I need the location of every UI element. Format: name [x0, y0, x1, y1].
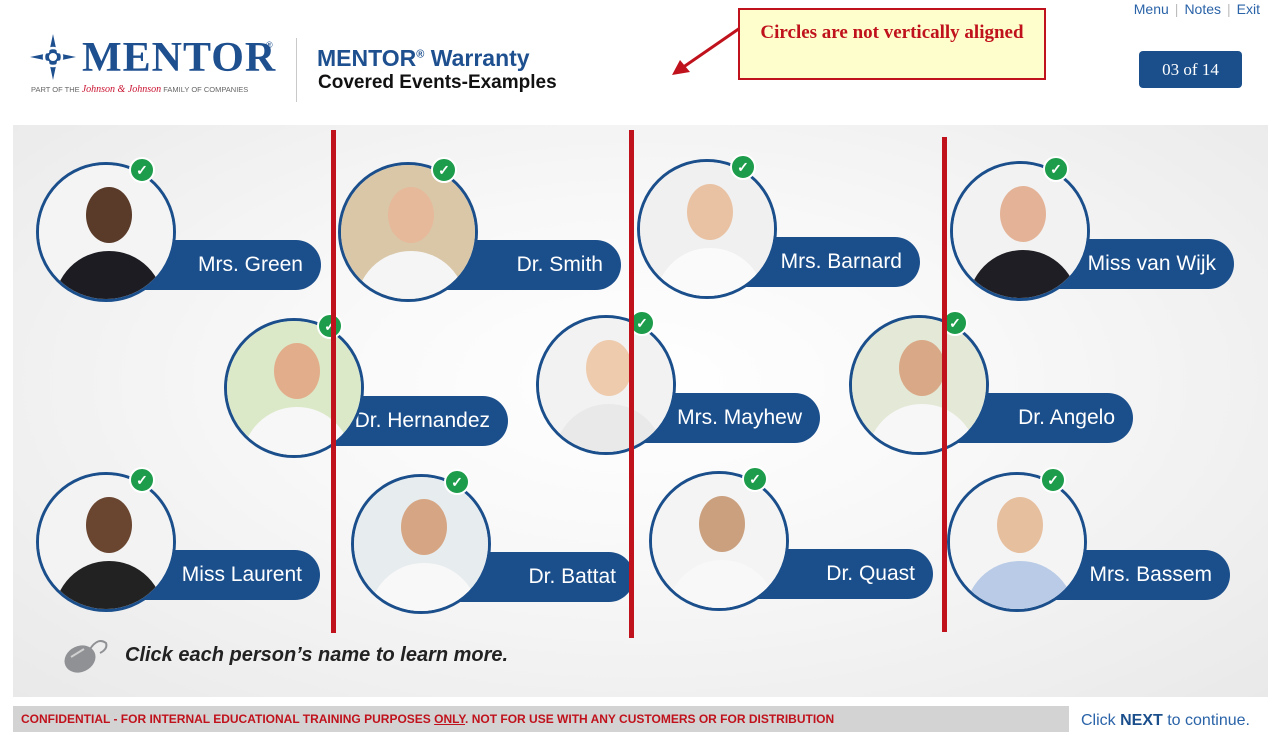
person-photo[interactable] — [536, 315, 676, 455]
continue-prompt: Click NEXT to continue. — [1081, 712, 1250, 730]
check-icon: ✓ — [317, 313, 343, 339]
top-nav: Menu | Notes | Exit — [1134, 1, 1260, 17]
check-icon: ✓ — [129, 467, 155, 493]
confidential-banner: CONFIDENTIAL - FOR INTERNAL EDUCATIONAL … — [13, 706, 1069, 732]
check-icon: ✓ — [444, 469, 470, 495]
menu-link[interactable]: Menu — [1134, 1, 1169, 17]
logo-registered-mark: ® — [266, 40, 273, 50]
title-brand: MENTOR — [317, 45, 417, 71]
page-subtitle: Covered Events-Examples — [318, 72, 557, 93]
person-photo[interactable] — [351, 474, 491, 614]
next-keyword: NEXT — [1120, 712, 1163, 729]
continue-suffix: to continue. — [1162, 712, 1250, 729]
alignment-guide-line — [942, 137, 947, 632]
person-photo[interactable] — [947, 472, 1087, 612]
page-counter-badge: 03 of 14 — [1139, 51, 1242, 88]
logo-tagline: PART OF THE Johnson & Johnson FAMILY OF … — [31, 84, 248, 95]
alignment-guide-line — [629, 130, 634, 638]
tagline-prefix: PART OF THE — [31, 85, 80, 94]
check-icon: ✓ — [742, 466, 768, 492]
annotation-arrow-icon — [672, 26, 741, 75]
check-icon: ✓ — [1043, 156, 1069, 182]
confidential-only: ONLY — [434, 712, 466, 726]
continue-prefix: Click — [1081, 712, 1121, 729]
alignment-guide-line — [331, 130, 336, 633]
title-rest: Warranty — [424, 45, 530, 71]
person-photo[interactable] — [224, 318, 364, 458]
annotation-callout: Circles are not vertically aligned — [738, 8, 1046, 80]
person-photo[interactable] — [36, 472, 176, 612]
tagline-suffix: FAMILY OF COMPANIES — [163, 85, 249, 94]
page-title: MENTOR® Warranty — [317, 45, 530, 72]
nav-separator: | — [1174, 1, 1179, 17]
person-photo[interactable] — [637, 159, 777, 299]
nav-separator: | — [1227, 1, 1231, 17]
exit-link[interactable]: Exit — [1237, 1, 1260, 17]
tagline-brand: Johnson & Johnson — [81, 84, 162, 95]
check-icon: ✓ — [730, 154, 756, 180]
instruction-text: Click each person’s name to learn more. — [125, 644, 509, 666]
person-photo[interactable] — [36, 162, 176, 302]
mentor-logo: MENTOR ® PART OF THE Johnson & Johnson F… — [30, 34, 280, 104]
person-photo[interactable] — [649, 471, 789, 611]
mentor-star-icon — [30, 34, 76, 80]
notes-link[interactable]: Notes — [1184, 1, 1221, 17]
header-divider — [296, 38, 297, 102]
mouse-icon — [64, 640, 108, 673]
check-icon: ✓ — [1040, 467, 1066, 493]
check-icon: ✓ — [431, 157, 457, 183]
confidential-text-end: . NOT FOR USE WITH ANY CUSTOMERS OR FOR … — [465, 712, 835, 726]
person-photo[interactable] — [950, 161, 1090, 301]
person-photo[interactable] — [338, 162, 478, 302]
person-photo[interactable] — [849, 315, 989, 455]
logo-wordmark: MENTOR — [82, 35, 277, 81]
confidential-text: CONFIDENTIAL - FOR INTERNAL EDUCATIONAL … — [21, 712, 435, 726]
check-icon: ✓ — [129, 157, 155, 183]
